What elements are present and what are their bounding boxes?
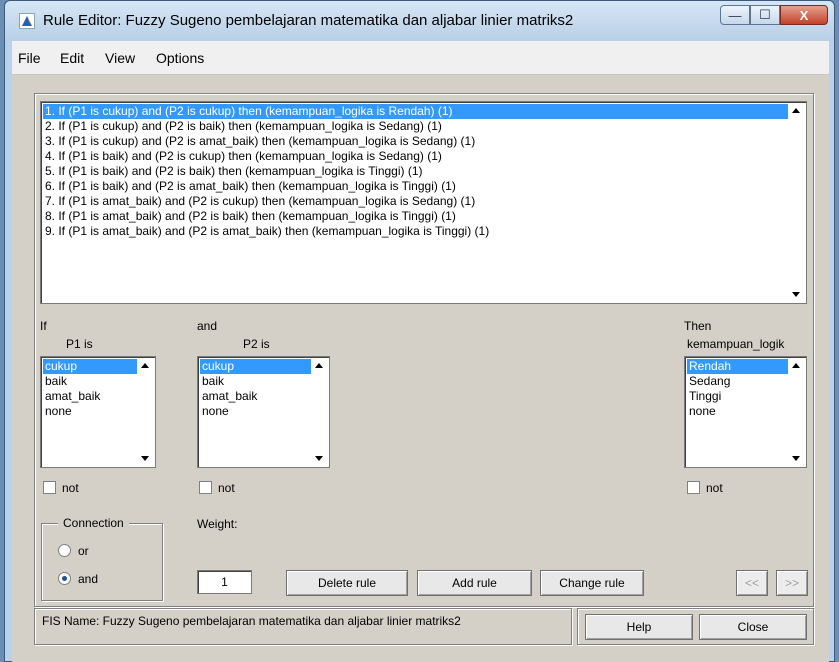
window-title: Rule Editor: Fuzzy Sugeno pembelajaran m…	[43, 12, 574, 29]
p1-option[interactable]: baik	[43, 374, 137, 389]
rule-row[interactable]: 4. If (P1 is baik) and (P2 is cukup) the…	[43, 149, 788, 164]
menu-options[interactable]: Options	[156, 50, 204, 66]
p2-option[interactable]: none	[200, 404, 311, 419]
rule-editor-window: Rule Editor: Fuzzy Sugeno pembelajaran m…	[4, 0, 835, 662]
output-option[interactable]: none	[687, 404, 788, 419]
p1-option[interactable]: cukup	[43, 359, 137, 374]
menu-view[interactable]: View	[105, 50, 135, 66]
close-window-button[interactable]: X	[780, 5, 828, 25]
client-area: File Edit View Options 1. If (P1 is cuku…	[12, 41, 829, 662]
matlab-logo-icon	[19, 13, 35, 29]
and-label: and	[197, 319, 218, 333]
weight-input[interactable]: 1	[197, 570, 252, 594]
rule-row[interactable]: 1. If (P1 is cukup) and (P2 is cukup) th…	[43, 104, 788, 119]
status-text: FIS Name: Fuzzy Sugeno pembelajaran mate…	[36, 610, 570, 643]
output-option[interactable]: Rendah	[687, 359, 788, 374]
output-not-label: not	[706, 481, 723, 495]
p2-membership-list[interactable]: cukup baik amat_baik none	[197, 356, 330, 468]
rule-list-scrollbar[interactable]	[789, 103, 805, 302]
p1-option[interactable]: none	[43, 404, 137, 419]
p1-membership-list[interactable]: cukup baik amat_baik none	[40, 356, 156, 468]
p2-label: P2 is	[243, 337, 270, 351]
delete-rule-button[interactable]: Delete rule	[286, 570, 408, 596]
rule-row[interactable]: 9. If (P1 is amat_baik) and (P2 is amat_…	[43, 224, 788, 239]
title-bar[interactable]: Rule Editor: Fuzzy Sugeno pembelajaran m…	[5, 1, 834, 41]
p2-option[interactable]: cukup	[200, 359, 311, 374]
close-button[interactable]: Close	[699, 614, 807, 640]
connection-title: Connection	[58, 516, 129, 530]
output-label: kemampuan_logik	[687, 337, 785, 351]
p2-not-label: not	[218, 481, 235, 495]
scroll-down-icon[interactable]	[792, 456, 800, 461]
p1-not-checkbox[interactable]	[43, 481, 56, 494]
minimize-button[interactable]: —	[720, 5, 750, 25]
help-button[interactable]: Help	[585, 614, 693, 640]
change-rule-button[interactable]: Change rule	[540, 570, 644, 596]
and-radio[interactable]	[58, 572, 71, 585]
rule-row[interactable]: 8. If (P1 is amat_baik) and (P2 is baik)…	[43, 209, 788, 224]
scroll-down-icon[interactable]	[315, 456, 323, 461]
p2-scrollbar[interactable]	[312, 358, 328, 466]
scroll-up-icon[interactable]	[141, 363, 149, 368]
output-not-checkbox[interactable]	[687, 481, 700, 494]
rule-row[interactable]: 6. If (P1 is baik) and (P2 is amat_baik)…	[43, 179, 788, 194]
rule-row[interactable]: 5. If (P1 is baik) and (P2 is baik) then…	[43, 164, 788, 179]
then-label: Then	[684, 319, 712, 333]
connection-group	[41, 523, 163, 601]
add-rule-button[interactable]: Add rule	[417, 570, 532, 596]
p1-not-label: not	[62, 481, 79, 495]
maximize-button[interactable]: ☐	[750, 5, 780, 25]
output-option[interactable]: Sedang	[687, 374, 788, 389]
menu-file[interactable]: File	[18, 50, 41, 66]
output-option[interactable]: Tinggi	[687, 389, 788, 404]
rule-list[interactable]: 1. If (P1 is cukup) and (P2 is cukup) th…	[40, 101, 807, 304]
scroll-down-icon[interactable]	[792, 292, 800, 297]
scroll-up-icon[interactable]	[792, 108, 800, 113]
scroll-up-icon[interactable]	[315, 363, 323, 368]
p1-label: P1 is	[66, 337, 93, 351]
rule-row[interactable]: 7. If (P1 is amat_baik) and (P2 is cukup…	[43, 194, 788, 209]
next-rule-button[interactable]: >>	[776, 570, 808, 596]
previous-rule-button[interactable]: <<	[736, 570, 768, 596]
and-connection-label: and	[78, 572, 99, 586]
rule-row[interactable]: 2. If (P1 is cukup) and (P2 is baik) the…	[43, 119, 788, 134]
p2-option[interactable]: baik	[200, 374, 311, 389]
weight-label: Weight:	[197, 517, 238, 531]
or-radio[interactable]	[58, 544, 71, 557]
menu-edit[interactable]: Edit	[60, 50, 84, 66]
rule-row[interactable]: 3. If (P1 is cukup) and (P2 is amat_baik…	[43, 134, 788, 149]
scroll-up-icon[interactable]	[792, 363, 800, 368]
output-membership-list[interactable]: Rendah Sedang Tinggi none	[684, 356, 807, 468]
output-scrollbar[interactable]	[789, 358, 805, 466]
p1-option[interactable]: amat_baik	[43, 389, 137, 404]
scroll-down-icon[interactable]	[141, 456, 149, 461]
menu-bar: File Edit View Options	[12, 41, 829, 75]
p2-not-checkbox[interactable]	[199, 481, 212, 494]
p1-scrollbar[interactable]	[138, 358, 154, 466]
p2-option[interactable]: amat_baik	[200, 389, 311, 404]
or-label: or	[78, 544, 89, 558]
if-label: If	[40, 319, 47, 333]
